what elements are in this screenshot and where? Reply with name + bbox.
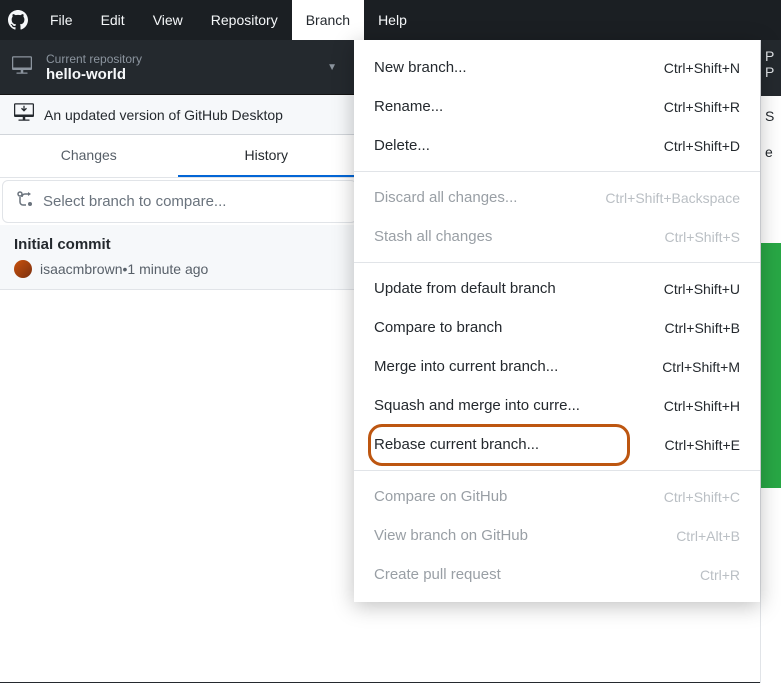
- compare-branch-selector[interactable]: Select branch to compare...: [2, 180, 357, 223]
- menu-item-rebase-current-branch[interactable]: Rebase current branch... Ctrl+Shift+E: [354, 425, 760, 464]
- right-panel-edge: PP S e: [760, 40, 781, 683]
- menu-item-label: Create pull request: [374, 566, 501, 583]
- menu-item-compare-to-branch[interactable]: Compare to branch Ctrl+Shift+B: [354, 308, 760, 347]
- edge-text: S: [765, 108, 774, 124]
- menu-edit[interactable]: Edit: [87, 0, 139, 40]
- menu-item-shortcut: Ctrl+R: [700, 567, 740, 583]
- git-compare-icon: [17, 191, 33, 212]
- desktop-icon: [12, 55, 32, 80]
- menu-item-new-branch[interactable]: New branch... Ctrl+Shift+N: [354, 48, 760, 87]
- menu-item-squash-and-merge-into-curre[interactable]: Squash and merge into curre... Ctrl+Shift…: [354, 386, 760, 425]
- menu-item-shortcut: Ctrl+Shift+Backspace: [605, 190, 740, 206]
- menu-item-rename[interactable]: Rename... Ctrl+Shift+R: [354, 87, 760, 126]
- compare-placeholder: Select branch to compare...: [43, 193, 226, 210]
- menu-item-shortcut: Ctrl+Shift+C: [664, 489, 740, 505]
- commit-meta: isaacmbrown • 1 minute ago: [14, 260, 341, 278]
- menu-item-shortcut: Ctrl+Shift+E: [665, 437, 740, 453]
- menu-item-merge-into-current-branch[interactable]: Merge into current branch... Ctrl+Shift+M: [354, 347, 760, 386]
- menu-item-label: Delete...: [374, 137, 430, 154]
- commit-item[interactable]: Initial commit isaacmbrown • 1 minute ag…: [0, 225, 355, 290]
- commit-author: isaacmbrown: [40, 261, 122, 277]
- menu-item-label: New branch...: [374, 59, 467, 76]
- edge-text: P: [765, 48, 777, 64]
- menu-item-stash-all-changes: Stash all changes Ctrl+Shift+S: [354, 217, 760, 256]
- menu-item-shortcut: Ctrl+Shift+M: [662, 359, 740, 375]
- menu-item-label: Discard all changes...: [374, 189, 517, 206]
- edge-text: P: [765, 64, 777, 80]
- repo-selector[interactable]: Current repository hello-world ▼: [0, 52, 355, 83]
- menu-item-label: Rebase current branch...: [374, 436, 539, 453]
- repo-selector-name: hello-world: [46, 66, 142, 83]
- chevron-down-icon: ▼: [327, 62, 343, 73]
- menu-item-label: Compare on GitHub: [374, 488, 507, 505]
- menu-item-compare-on-github: Compare on GitHub Ctrl+Shift+C: [354, 477, 760, 516]
- menubar: File Edit View Repository Branch Help: [0, 0, 781, 40]
- edge-green: [761, 243, 781, 488]
- menu-repository[interactable]: Repository: [197, 0, 292, 40]
- menu-item-create-pull-request: Create pull request Ctrl+R: [354, 555, 760, 594]
- menu-item-shortcut: Ctrl+Shift+D: [664, 138, 740, 154]
- menu-item-shortcut: Ctrl+Shift+B: [665, 320, 740, 336]
- menu-item-shortcut: Ctrl+Alt+B: [676, 528, 740, 544]
- avatar: [14, 260, 32, 278]
- commit-time: 1 minute ago: [127, 261, 208, 277]
- menu-item-label: Merge into current branch...: [374, 358, 558, 375]
- menu-item-delete[interactable]: Delete... Ctrl+Shift+D: [354, 126, 760, 165]
- menu-item-shortcut: Ctrl+Shift+U: [664, 281, 740, 297]
- github-logo-icon: [8, 10, 28, 30]
- tab-history[interactable]: History: [178, 135, 356, 177]
- menu-item-shortcut: Ctrl+Shift+R: [664, 99, 740, 115]
- menu-item-label: Stash all changes: [374, 228, 492, 245]
- update-text: An updated version of GitHub Desktop: [44, 107, 283, 123]
- menu-file[interactable]: File: [36, 0, 87, 40]
- menu-item-label: Squash and merge into curre...: [374, 397, 580, 414]
- menu-item-shortcut: Ctrl+Shift+H: [664, 398, 740, 414]
- tabs: Changes History: [0, 135, 355, 178]
- menu-item-shortcut: Ctrl+Shift+S: [665, 229, 740, 245]
- tab-changes[interactable]: Changes: [0, 135, 178, 177]
- menu-item-view-branch-on-github: View branch on GitHub Ctrl+Alt+B: [354, 516, 760, 555]
- menu-item-label: View branch on GitHub: [374, 527, 528, 544]
- menu-item-discard-all-changes: Discard all changes... Ctrl+Shift+Backspa…: [354, 178, 760, 217]
- menu-item-shortcut: Ctrl+Shift+N: [664, 60, 740, 76]
- menu-view[interactable]: View: [139, 0, 197, 40]
- menu-item-label: Update from default branch: [374, 280, 556, 297]
- menu-separator: [354, 171, 760, 172]
- edge-text: e: [765, 144, 773, 160]
- menu-item-label: Rename...: [374, 98, 443, 115]
- menu-separator: [354, 470, 760, 471]
- menu-help[interactable]: Help: [364, 0, 421, 40]
- menu-item-label: Compare to branch: [374, 319, 502, 336]
- menu-branch[interactable]: Branch: [292, 0, 364, 40]
- commit-title: Initial commit: [14, 236, 341, 253]
- menu-separator: [354, 262, 760, 263]
- menu-item-update-from-default-branch[interactable]: Update from default branch Ctrl+Shift+U: [354, 269, 760, 308]
- repo-selector-label: Current repository: [46, 52, 142, 66]
- branch-menu-dropdown: New branch... Ctrl+Shift+N Rename... Ctrl+S…: [354, 40, 760, 602]
- download-desktop-icon: [14, 102, 34, 127]
